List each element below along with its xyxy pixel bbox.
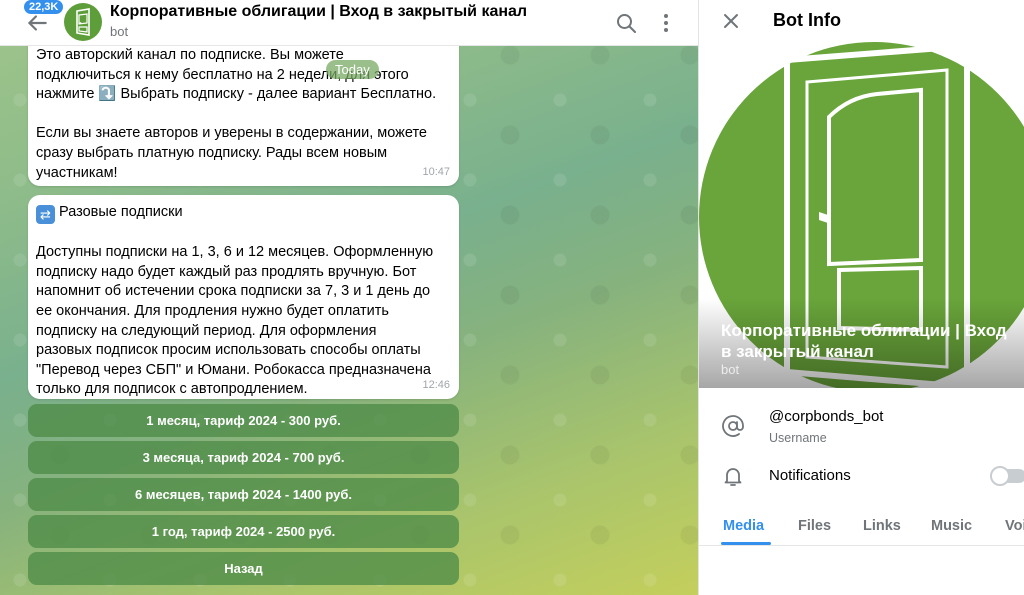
- tariff-6-months-button[interactable]: 6 месяцев, тариф 2024 - 1400 руб.: [28, 478, 459, 511]
- chat-subtitle: bot: [110, 24, 129, 39]
- back-button[interactable]: Назад: [28, 552, 459, 585]
- notifications-label: Notifications: [769, 467, 851, 484]
- repeat-emoji-icon: ⇄: [36, 205, 55, 225]
- media-tabs: Media Files Links Music Voice: [699, 510, 1024, 546]
- profile-photo[interactable]: Корпоративные облигации | Вход в закрыты…: [699, 42, 1024, 388]
- toggle-knob: [990, 466, 1010, 486]
- search-icon[interactable]: [614, 11, 638, 35]
- username-row[interactable]: @corpbonds_bot Username: [699, 404, 1024, 454]
- at-sign-icon: [722, 415, 744, 437]
- notifications-toggle[interactable]: [990, 466, 1024, 486]
- message-text: Это авторский канал по подписке. Вы може…: [36, 47, 437, 181]
- tab-music[interactable]: Music: [931, 518, 972, 534]
- profile-name: Корпоративные облигации | Вход в закрыты…: [721, 321, 1007, 361]
- profile-subtitle: bot: [721, 362, 740, 377]
- tab-links[interactable]: Links: [863, 518, 901, 534]
- door-logo-icon: [76, 8, 90, 36]
- chat-title[interactable]: Корпоративные облигации | Вход в закрыты…: [110, 3, 527, 21]
- message-text: Доступны подписки на 1, 3, 6 и 12 месяце…: [36, 244, 434, 398]
- notifications-row[interactable]: Notifications: [699, 462, 1024, 492]
- message-heading-row: ⇄ Разовые подписки: [36, 203, 450, 225]
- username-value: @corpbonds_bot: [769, 408, 884, 425]
- more-vertical-icon[interactable]: [654, 11, 678, 35]
- close-icon[interactable]: [719, 9, 743, 33]
- tab-files[interactable]: Files: [798, 518, 831, 534]
- active-tab-indicator: [721, 542, 771, 545]
- date-separator: Today: [326, 60, 379, 79]
- tab-voice[interactable]: Voice: [1005, 518, 1024, 534]
- avatar[interactable]: [64, 3, 102, 41]
- unread-badge: 22,3K: [24, 0, 64, 14]
- bell-icon: [724, 468, 742, 486]
- bot-info-panel: Bot Info Корпоративные облигации | Вход …: [698, 0, 1024, 595]
- message-bubble-2: ⇄ Разовые подписки Доступны подписки на …: [28, 195, 459, 399]
- tariff-3-months-button[interactable]: 3 месяца, тариф 2024 - 700 руб.: [28, 441, 459, 474]
- chat-pane: 22,3K Корпоративные облигации | Вход в з…: [0, 0, 698, 595]
- tab-media[interactable]: Media: [723, 518, 764, 534]
- info-title: Bot Info: [773, 10, 841, 30]
- tariff-1-year-button[interactable]: 1 год, тариф 2024 - 2500 руб.: [28, 515, 459, 548]
- username-label: Username: [769, 431, 827, 445]
- chat-header: 22,3K Корпоративные облигации | Вход в з…: [0, 0, 698, 46]
- tariff-1-month-button[interactable]: 1 месяц, тариф 2024 - 300 руб.: [28, 404, 459, 437]
- message-bubble-1: Это авторский канал по подписке. Вы може…: [28, 40, 459, 186]
- message-heading: Разовые подписки: [59, 204, 183, 220]
- message-time: 12:46: [422, 379, 450, 392]
- message-time: 10:47: [422, 166, 450, 179]
- info-header: Bot Info: [699, 0, 1024, 42]
